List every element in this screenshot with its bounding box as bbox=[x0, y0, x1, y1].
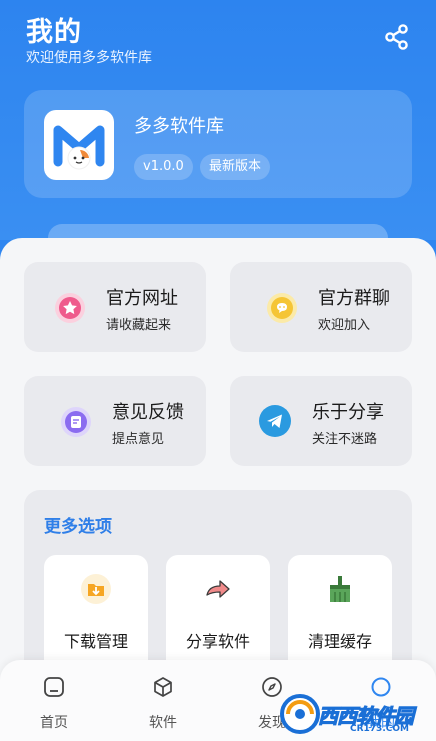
section-title: 更多选项 bbox=[44, 517, 112, 537]
share-icon[interactable] bbox=[382, 22, 412, 52]
tile-desc: 关注不迷路 bbox=[312, 432, 378, 447]
option-label: 清理缓存 bbox=[307, 632, 372, 651]
nav-label: 软件 bbox=[149, 715, 177, 731]
tile-feedback[interactable]: 意见反馈 提点意见 bbox=[24, 376, 206, 466]
watermark-sub: CR173.COM bbox=[350, 724, 409, 734]
tile-official-site[interactable]: 官方网址 请收藏起来 bbox=[24, 262, 206, 352]
status-badge: 最新版本 bbox=[200, 154, 271, 180]
page-subtitle: 欢迎使用多多软件库 bbox=[26, 50, 152, 66]
tile-share[interactable]: 乐于分享 关注不迷路 bbox=[230, 376, 412, 466]
tile-title: 官方网址 bbox=[106, 288, 178, 309]
home-icon bbox=[43, 676, 65, 698]
download-folder-icon bbox=[80, 573, 112, 605]
version-badge: v1.0.0 bbox=[134, 154, 193, 180]
share-software-button[interactable]: 分享软件 bbox=[166, 555, 270, 675]
nav-label: 首页 bbox=[40, 715, 68, 731]
nav-item-software[interactable]: 软件 bbox=[123, 660, 203, 741]
app-info-card: 多多软件库 v1.0.0 最新版本 bbox=[24, 90, 412, 198]
clear-cache-button[interactable]: 清理缓存 bbox=[288, 555, 392, 675]
option-label: 分享软件 bbox=[185, 632, 250, 651]
share-arrow-icon bbox=[202, 573, 234, 605]
chat-bubble-icon bbox=[266, 292, 298, 324]
option-label: 下载管理 bbox=[63, 632, 128, 651]
star-icon bbox=[54, 292, 86, 324]
cube-icon bbox=[152, 676, 174, 698]
broom-icon bbox=[324, 573, 356, 605]
tile-desc: 提点意见 bbox=[112, 432, 165, 447]
download-manager-button[interactable]: 下载管理 bbox=[44, 555, 148, 675]
tile-title: 官方群聊 bbox=[318, 288, 390, 309]
profile-header: 我的 欢迎使用多多软件库 多多软件库 v1.0.0 最新版本 bbox=[0, 0, 436, 254]
feedback-icon bbox=[60, 406, 92, 438]
page-title: 我的 bbox=[26, 17, 82, 48]
tile-desc: 请收藏起来 bbox=[106, 318, 172, 333]
tile-title: 意见反馈 bbox=[112, 402, 184, 423]
tile-desc: 欢迎加入 bbox=[318, 318, 371, 333]
nav-item-home[interactable]: 首页 bbox=[14, 660, 94, 741]
cat-logo-icon bbox=[44, 110, 114, 180]
tile-title: 乐于分享 bbox=[312, 402, 384, 423]
app-name: 多多软件库 bbox=[134, 116, 224, 137]
telegram-icon bbox=[258, 404, 291, 437]
tile-official-group[interactable]: 官方群聊 欢迎加入 bbox=[230, 262, 412, 352]
